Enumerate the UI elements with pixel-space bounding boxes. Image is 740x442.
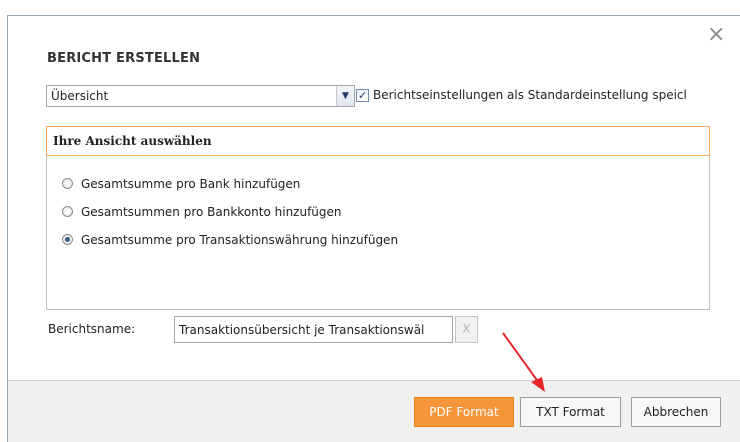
radio-label[interactable]: Gesamtsummen pro Bankkonto hinzufügen: [81, 205, 342, 219]
clear-name-button[interactable]: X: [455, 316, 478, 343]
chevron-down-icon[interactable]: ▼: [336, 86, 354, 106]
view-selection-header: Ihre Ansicht auswählen: [46, 126, 710, 156]
report-name-input[interactable]: [174, 316, 453, 343]
save-default-checkbox[interactable]: ✓: [356, 89, 369, 102]
txt-format-button[interactable]: TXT Format: [520, 397, 621, 427]
radio-label[interactable]: Gesamtsumme pro Bank hinzufügen: [81, 177, 300, 191]
cancel-button[interactable]: Abbrechen: [631, 397, 721, 427]
report-type-value: Übersicht: [51, 89, 109, 103]
radio-button-selected[interactable]: [62, 234, 73, 245]
close-icon[interactable]: ×: [707, 24, 725, 46]
report-type-select[interactable]: Übersicht ▼: [46, 85, 355, 107]
view-selection-heading: Ihre Ansicht auswählen: [53, 134, 212, 148]
radio-button[interactable]: [62, 206, 73, 217]
radio-label[interactable]: Gesamtsumme pro Transaktionswährung hinz…: [81, 233, 398, 247]
radio-button[interactable]: [62, 178, 73, 189]
report-name-label: Berichtsname:: [48, 322, 136, 336]
pdf-format-button[interactable]: PDF Format: [414, 397, 514, 427]
save-default-label[interactable]: Berichtseinstellungen als Standardeinste…: [373, 88, 710, 102]
dialog-title: BERICHT ERSTELLEN: [47, 51, 201, 66]
